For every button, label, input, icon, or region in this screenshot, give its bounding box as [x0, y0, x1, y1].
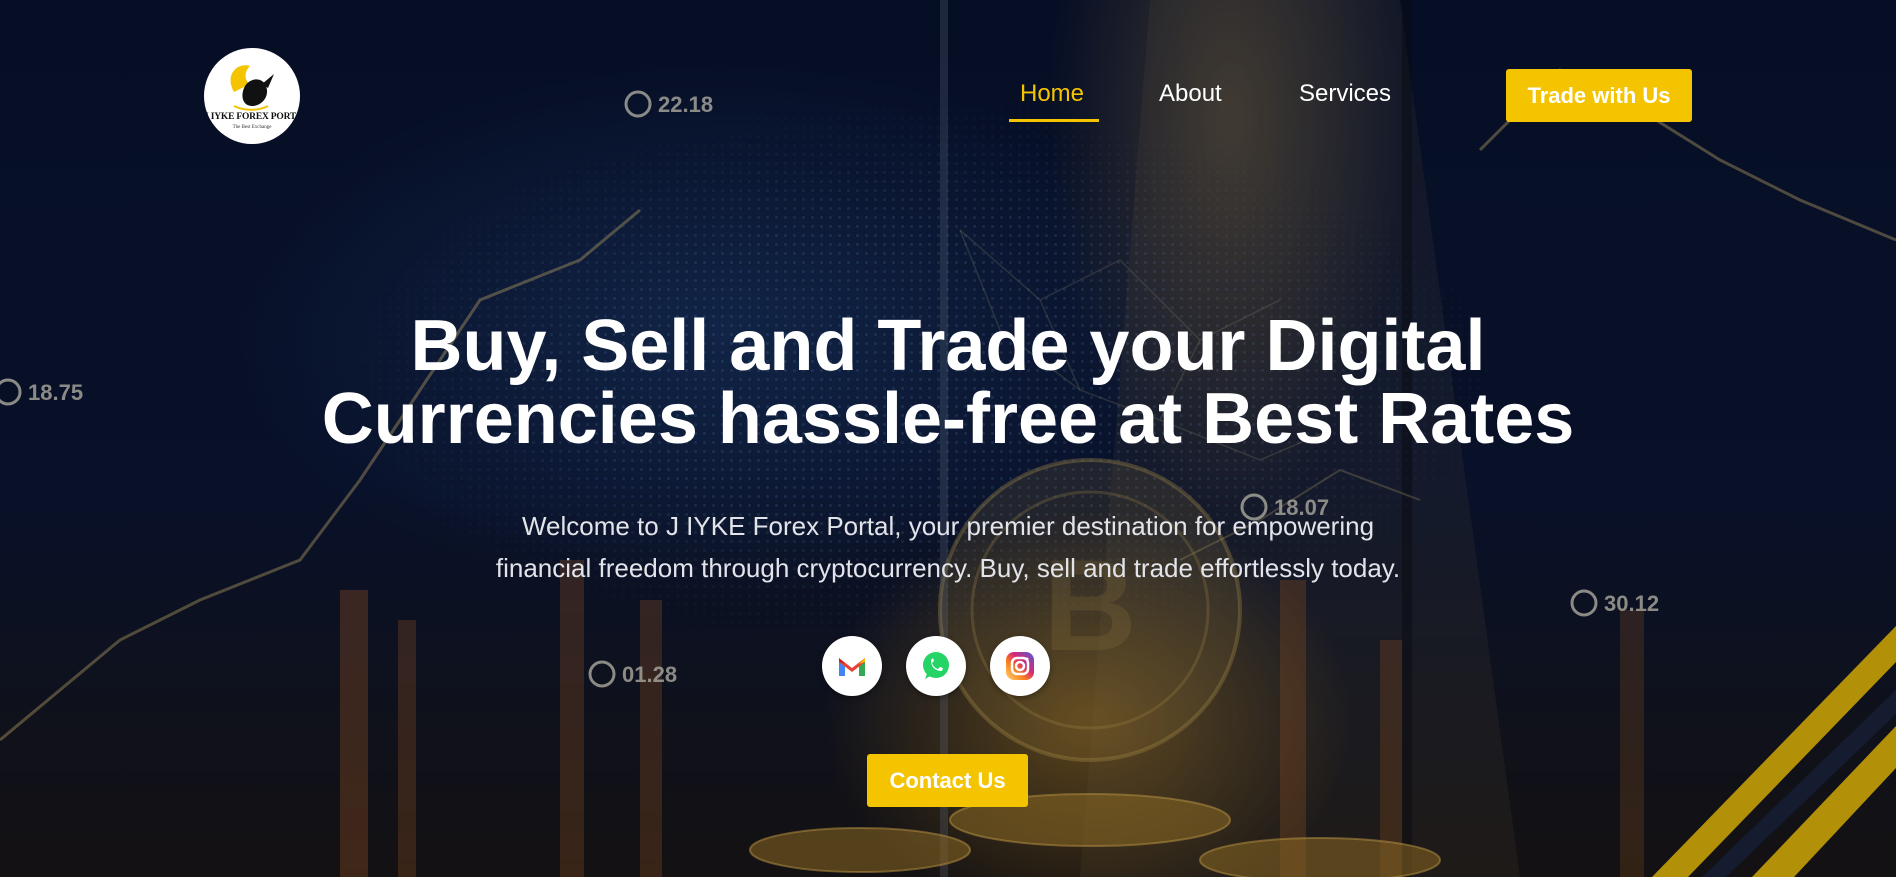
site-logo[interactable]: J IYKE FOREX PORTAL The Best Exchange: [204, 48, 300, 144]
hero-title-line1: Buy, Sell and Trade your Digital: [410, 306, 1486, 386]
hero-subtitle: Welcome to J IYKE Forex Portal, your pre…: [420, 505, 1476, 589]
hero-subtitle-line1: Welcome to J IYKE Forex Portal, your pre…: [521, 511, 1375, 541]
contact-us-button[interactable]: Contact Us: [867, 754, 1028, 807]
hero-title: Buy, Sell and Trade your Digital Currenc…: [250, 310, 1646, 456]
instagram-icon: [1006, 652, 1034, 680]
nav-home-link[interactable]: Home: [1020, 80, 1084, 108]
active-nav-indicator: [1009, 119, 1099, 122]
trade-with-us-button[interactable]: Trade with Us: [1506, 69, 1692, 122]
gmail-button[interactable]: [822, 636, 882, 696]
logo-tagline: The Best Exchange: [232, 125, 272, 130]
nav-about-link[interactable]: About: [1159, 80, 1222, 108]
nav-services-link[interactable]: Services: [1299, 80, 1391, 108]
hero-title-line2: Currencies hassle-free at Best Rates: [321, 379, 1575, 459]
whatsapp-button[interactable]: [906, 636, 966, 696]
hero-subtitle-line2: financial freedom through cryptocurrency…: [495, 553, 1401, 583]
whatsapp-icon: [923, 652, 949, 679]
logo-text: J IYKE FOREX PORTAL: [204, 112, 300, 122]
instagram-button[interactable]: [990, 636, 1050, 696]
gmail-icon: [839, 658, 865, 676]
